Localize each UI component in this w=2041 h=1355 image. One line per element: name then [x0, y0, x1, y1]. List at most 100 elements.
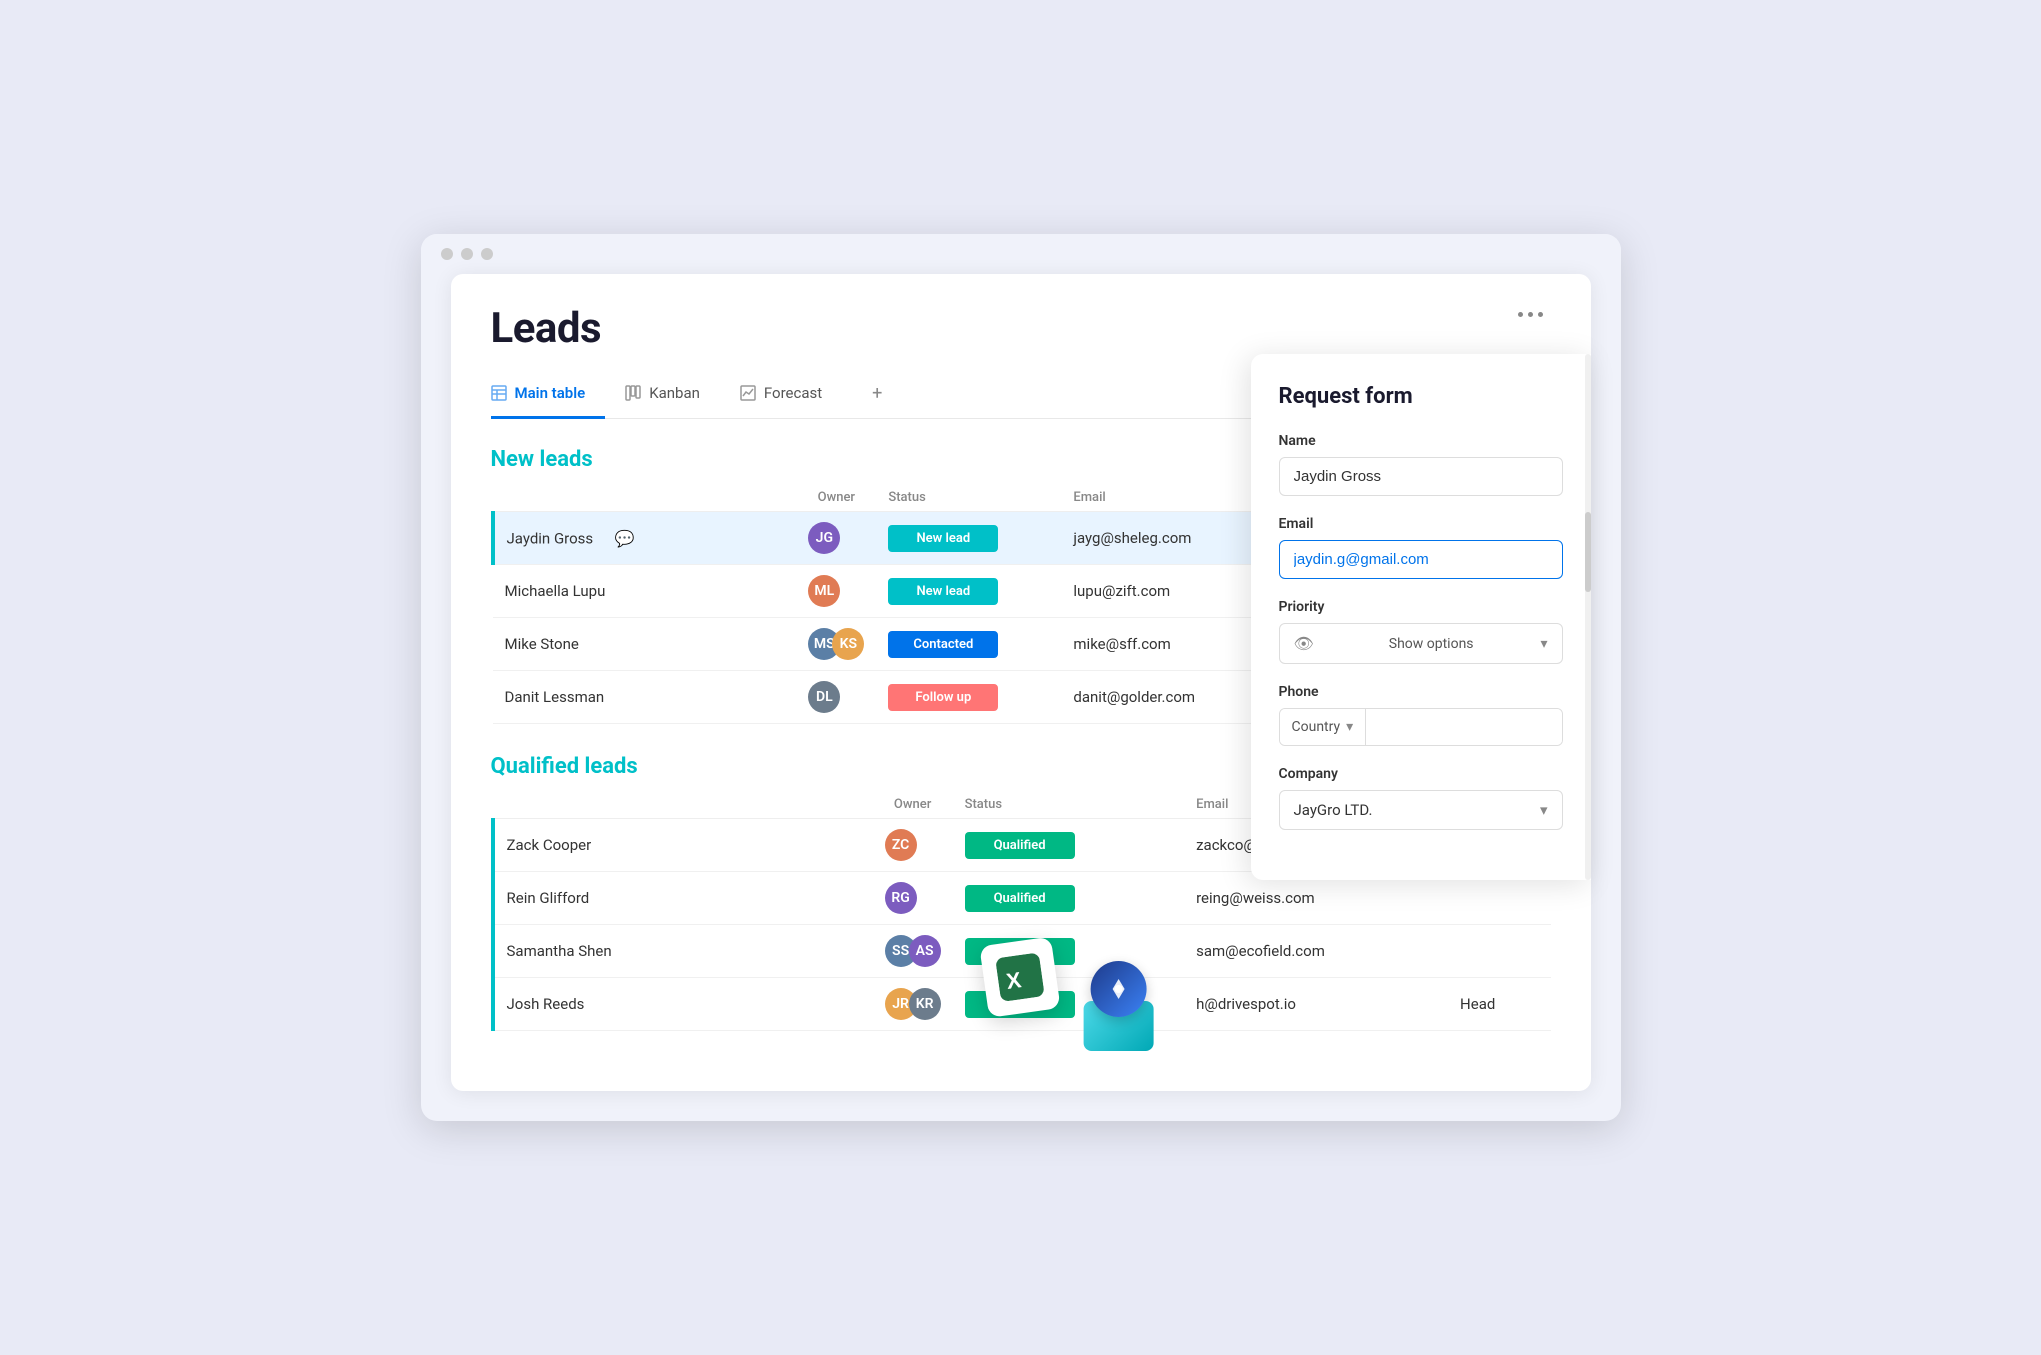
tab-kanban-label: Kanban — [649, 384, 700, 402]
request-form-panel: Request form Name Email Priority 👁 Show … — [1251, 354, 1591, 880]
country-label: Country — [1292, 719, 1341, 735]
owner-avatar: KR — [909, 988, 941, 1020]
dot — [1518, 312, 1523, 317]
owner-cell: DL — [796, 671, 876, 724]
status-badge[interactable]: New lead — [888, 578, 998, 605]
envelope-container — [1078, 961, 1158, 1051]
browser-dot-2 — [461, 248, 473, 260]
email-label: Email — [1279, 516, 1563, 532]
owner-avatar: DL — [808, 681, 840, 713]
app-content: Leads Main table — [451, 274, 1591, 1091]
lead-name-cell[interactable]: Michaella Lupu — [493, 565, 797, 618]
owner-avatar: ZC — [885, 829, 917, 861]
company-value: JayGro LTD. — [1294, 801, 1373, 819]
lead-name-cell[interactable]: Zack Cooper — [493, 819, 873, 872]
status-cell[interactable]: Contacted — [876, 618, 1061, 671]
owner-avatar: KS — [832, 628, 864, 660]
lead-name-cell[interactable]: Jaydin Gross 💬 — [493, 512, 797, 565]
email-cell: sam@ecofield.com — [1184, 925, 1448, 978]
status-badge[interactable]: New lead — [888, 525, 998, 552]
phone-label: Phone — [1279, 684, 1563, 700]
chevron-down-icon: ▾ — [1346, 719, 1353, 735]
phone-number-input[interactable] — [1366, 709, 1562, 745]
table-icon — [491, 385, 507, 401]
email-cell: h@drivespot.io — [1184, 978, 1448, 1031]
status-cell[interactable]: Qualified — [953, 872, 1185, 925]
col-status-header: Status — [876, 484, 1061, 512]
more-options-button[interactable] — [1510, 304, 1551, 325]
status-badge[interactable]: Follow up — [888, 684, 998, 711]
tab-add-button[interactable]: + — [862, 373, 892, 418]
status-cell[interactable]: New lead — [876, 565, 1061, 618]
company-select[interactable]: JayGro LTD. ▾ — [1279, 790, 1563, 830]
owner-avatar: JG — [808, 522, 840, 554]
country-selector[interactable]: Country ▾ — [1280, 709, 1367, 745]
status-cell[interactable]: New lead — [876, 512, 1061, 565]
status-cell[interactable]: Follow up — [876, 671, 1061, 724]
owner-avatar: RG — [885, 882, 917, 914]
col-email-header: Email — [1061, 484, 1262, 512]
lead-name-cell[interactable]: Rein Glifford — [493, 872, 873, 925]
owner-cell: ML — [796, 565, 876, 618]
company-label: Company — [1279, 766, 1563, 782]
status-cell[interactable]: Qualified — [953, 819, 1185, 872]
phone-input-row: Country ▾ — [1279, 708, 1563, 746]
scrollbar-thumb — [1585, 512, 1591, 592]
status-badge[interactable]: Contacted — [888, 631, 998, 658]
email-cell: lupu@zift.com — [1061, 565, 1262, 618]
owner-avatar: ML — [808, 575, 840, 607]
tab-main-table-label: Main table — [515, 384, 586, 402]
tab-forecast[interactable]: Forecast — [740, 374, 842, 419]
lead-name-cell[interactable]: Josh Reeds — [493, 978, 873, 1031]
owner-cell: JG — [796, 512, 876, 565]
logo-svg — [1104, 975, 1132, 1003]
owner-avatar-group: SS AS — [885, 935, 941, 967]
owner-cell: SS AS — [873, 925, 953, 978]
lead-name-cell[interactable]: Samantha Shen — [493, 925, 873, 978]
page-title: Leads — [491, 304, 602, 353]
status-badge[interactable]: Qualified — [965, 832, 1075, 859]
company-field: Company JayGro LTD. ▾ — [1279, 766, 1563, 830]
dot — [1538, 312, 1543, 317]
email-cell: jayg@sheleg.com — [1061, 512, 1262, 565]
email-input[interactable] — [1279, 540, 1563, 579]
lead-name: Jaydin Gross — [507, 530, 594, 548]
page-header: Leads — [491, 304, 1551, 353]
tab-kanban[interactable]: Kanban — [625, 374, 720, 419]
browser-dot-1 — [441, 248, 453, 260]
excel-svg: X — [995, 952, 1045, 1002]
lead-name-cell[interactable]: Mike Stone — [493, 618, 797, 671]
logo-circle — [1090, 961, 1146, 1017]
name-label: Name — [1279, 433, 1563, 449]
excel-icon: X — [979, 937, 1060, 1018]
browser-titlebar — [421, 234, 1621, 274]
priority-label: Priority — [1279, 599, 1563, 615]
owner-cell: ZC — [873, 819, 953, 872]
browser-window: Leads Main table — [421, 234, 1621, 1121]
col-owner-header: Owner — [873, 791, 953, 819]
chat-icon[interactable]: 💬 — [609, 522, 641, 554]
name-field: Name — [1279, 433, 1563, 496]
floating-icons-area: X — [986, 941, 1158, 1051]
form-title: Request form — [1279, 384, 1563, 409]
email-field: Email — [1279, 516, 1563, 579]
email-cell: danit@golder.com — [1061, 671, 1262, 724]
chevron-down-icon: ▾ — [1540, 636, 1547, 652]
panel-scrollbar[interactable] — [1585, 354, 1591, 880]
priority-field: Priority 👁 Show options ▾ — [1279, 599, 1563, 664]
kanban-icon — [625, 385, 641, 401]
excel-icon-container: X — [979, 937, 1066, 1056]
chevron-down-icon: ▾ — [1540, 801, 1548, 819]
owner-avatar-group: JR KR — [885, 988, 941, 1020]
owner-avatar: AS — [909, 935, 941, 967]
col-owner-header: Owner — [796, 484, 876, 512]
name-input[interactable] — [1279, 457, 1563, 496]
forecast-icon — [740, 385, 756, 401]
priority-select[interactable]: 👁 Show options ▾ — [1279, 623, 1563, 664]
extra-cell — [1448, 925, 1550, 978]
col-name-header — [493, 484, 797, 512]
tab-main-table[interactable]: Main table — [491, 374, 606, 419]
status-badge[interactable]: Qualified — [965, 885, 1075, 912]
lead-name-cell[interactable]: Danit Lessman — [493, 671, 797, 724]
eye-icon: 👁 — [1294, 634, 1314, 653]
